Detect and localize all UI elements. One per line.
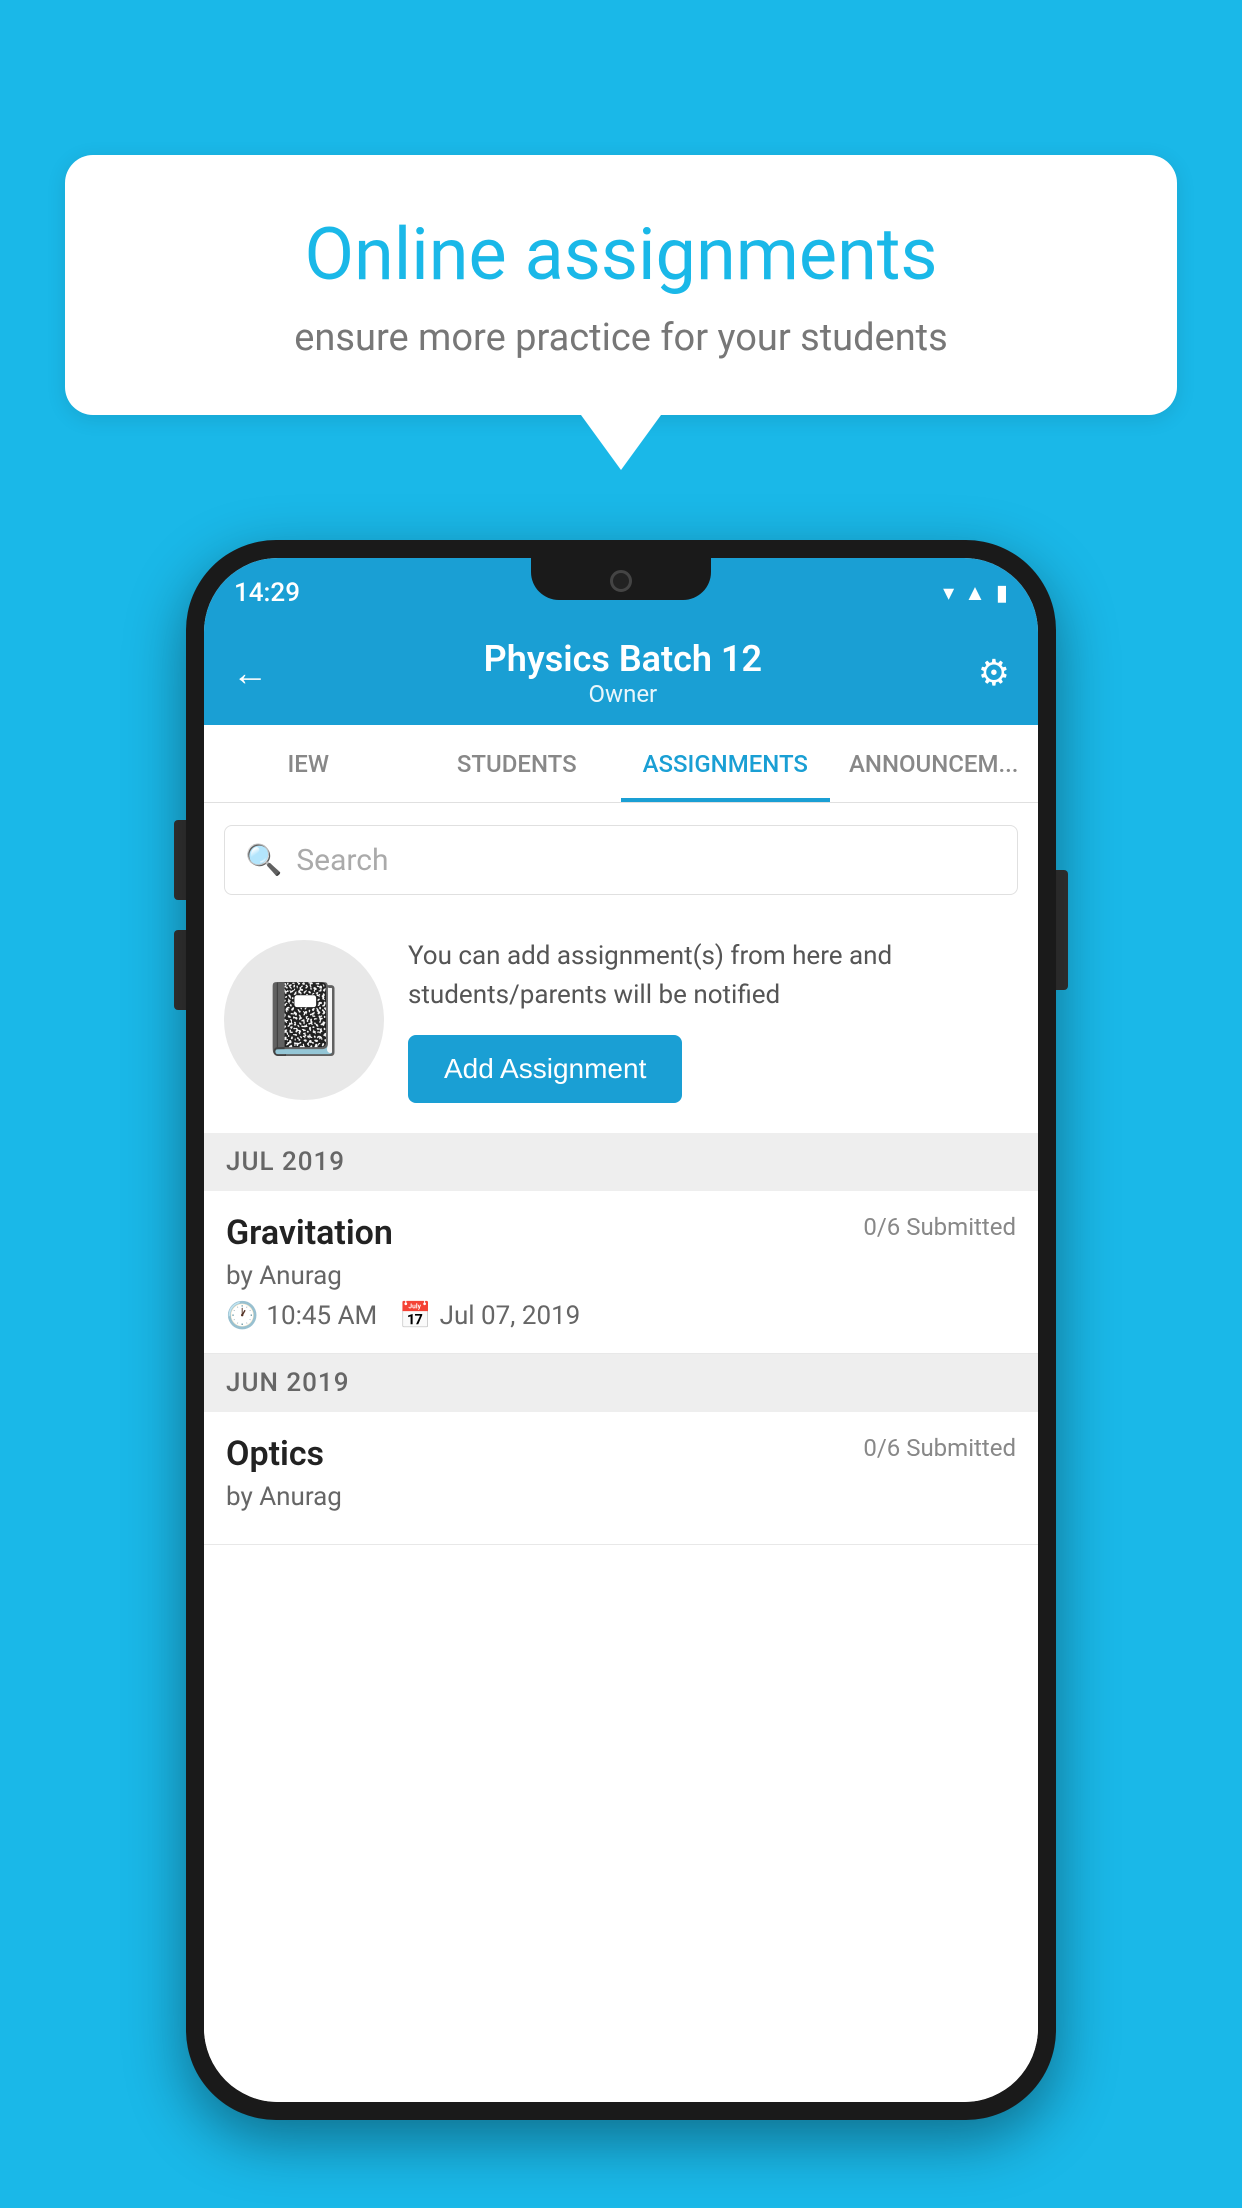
volume-down-button <box>174 930 186 1010</box>
calendar-icon: 📅 <box>399 1301 431 1331</box>
header-title: Physics Batch 12 <box>484 638 762 680</box>
assignment-time: 🕐 10:45 AM <box>226 1301 377 1331</box>
assignment-item-gravitation[interactable]: Gravitation 0/6 Submitted by Anurag 🕐 10… <box>204 1191 1038 1354</box>
assignment-header-optics: Optics 0/6 Submitted <box>226 1434 1016 1474</box>
header-subtitle: Owner <box>484 680 762 708</box>
assignment-title-optics: Optics <box>226 1434 324 1474</box>
assignment-header: Gravitation 0/6 Submitted <box>226 1213 1016 1253</box>
tab-students[interactable]: STUDENTS <box>413 725 622 802</box>
assignment-submitted-optics: 0/6 Submitted <box>863 1434 1016 1462</box>
content-area: 🔍 Search 📓 You can add assignment(s) fro… <box>204 803 1038 2102</box>
info-description: You can add assignment(s) from here and … <box>408 937 1018 1015</box>
settings-icon[interactable]: ⚙ <box>978 652 1010 694</box>
assignment-date: 📅 Jul 07, 2019 <box>399 1301 580 1331</box>
speech-bubble-subtitle: ensure more practice for your students <box>135 316 1107 360</box>
speech-bubble: Online assignments ensure more practice … <box>65 155 1177 415</box>
assignment-meta: 🕐 10:45 AM 📅 Jul 07, 2019 <box>226 1301 1016 1331</box>
search-placeholder: Search <box>296 843 388 878</box>
add-assignment-button[interactable]: Add Assignment <box>408 1035 682 1103</box>
phone-outer: 14:29 ▾ ▲ ▮ ← Physics Batch 12 Owner ⚙ <box>186 540 1056 2120</box>
back-button[interactable]: ← <box>232 652 268 694</box>
assignment-author-optics: by Anurag <box>226 1482 1016 1512</box>
month-divider-jun: JUN 2019 <box>204 1354 1038 1412</box>
info-section: 📓 You can add assignment(s) from here an… <box>204 917 1038 1123</box>
search-bar[interactable]: 🔍 Search <box>224 825 1018 895</box>
clock-icon: 🕐 <box>226 1301 258 1331</box>
speech-bubble-container: Online assignments ensure more practice … <box>65 155 1177 470</box>
tabs-bar: IEW STUDENTS ASSIGNMENTS ANNOUNCEM... <box>204 725 1038 803</box>
tab-assignments[interactable]: ASSIGNMENTS <box>621 725 830 802</box>
app-header: ← Physics Batch 12 Owner ⚙ <box>204 620 1038 725</box>
volume-up-button <box>174 820 186 900</box>
signal-icon: ▲ <box>964 580 986 606</box>
phone-mockup: 14:29 ▾ ▲ ▮ ← Physics Batch 12 Owner ⚙ <box>186 540 1056 2120</box>
front-camera <box>610 570 632 592</box>
tab-announcements[interactable]: ANNOUNCEM... <box>830 725 1039 802</box>
month-divider-jul: JUL 2019 <box>204 1133 1038 1191</box>
search-icon: 🔍 <box>245 843 282 878</box>
wifi-icon: ▾ <box>943 581 954 606</box>
speech-bubble-arrow <box>581 415 661 470</box>
assignment-author: by Anurag <box>226 1261 1016 1291</box>
battery-icon: ▮ <box>996 581 1008 606</box>
power-button <box>1056 870 1068 990</box>
header-title-container: Physics Batch 12 Owner <box>484 638 762 708</box>
status-icons: ▾ ▲ ▮ <box>943 580 1008 606</box>
notebook-icon: 📓 <box>260 979 347 1061</box>
assignment-item-optics[interactable]: Optics 0/6 Submitted by Anurag <box>204 1412 1038 1545</box>
assignment-title: Gravitation <box>226 1213 393 1253</box>
phone-notch <box>531 558 711 600</box>
info-text-block: You can add assignment(s) from here and … <box>408 937 1018 1103</box>
assignment-submitted: 0/6 Submitted <box>863 1213 1016 1241</box>
status-time: 14:29 <box>234 578 300 608</box>
tab-iew[interactable]: IEW <box>204 725 413 802</box>
assignment-icon-circle: 📓 <box>224 940 384 1100</box>
phone-screen: 14:29 ▾ ▲ ▮ ← Physics Batch 12 Owner ⚙ <box>204 558 1038 2102</box>
speech-bubble-title: Online assignments <box>135 215 1107 294</box>
